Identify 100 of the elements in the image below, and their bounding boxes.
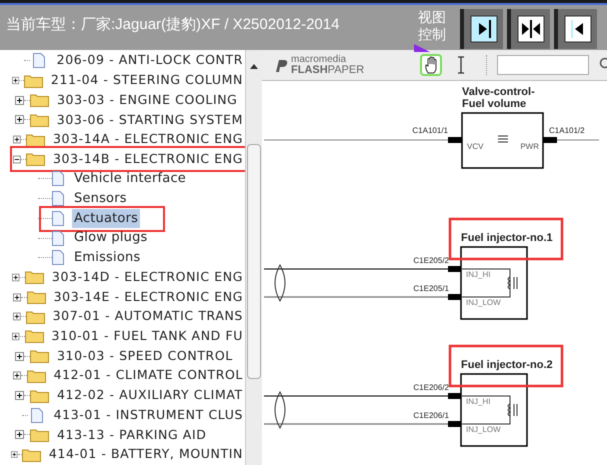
tree-item[interactable]: 307-01 - AUTOMATIC TRANS [50,307,245,326]
tree-item[interactable]: 310-03 - SPEED CONTROL [55,346,235,366]
pin-label: PWR [520,142,539,151]
expand-icon[interactable] [13,292,22,302]
logo-mark-icon [274,58,288,72]
logo-text: macromedia [291,55,348,65]
folder-icon [26,310,45,324]
tree-item[interactable]: 303-14A - ELECTRONIC ENG [50,130,245,149]
folder-icon [30,93,49,108]
pin-label: INJ_LOW [466,298,501,307]
tree-item[interactable]: 413-01 - INSTRUMENT CLUS [52,406,245,425]
expand-icon[interactable] [12,332,20,341]
folder-icon [24,270,44,284]
tree-subitem[interactable]: Vehicle interface [72,169,188,189]
pin-label: INJ_LOW [466,425,501,434]
tree-item[interactable]: 414-01 - BATTERY, MOUNTIN [46,445,245,464]
expand-icon[interactable] [12,272,20,282]
expand-icon[interactable] [15,96,24,105]
tree-item[interactable]: 413-13 - PARKING AID [55,426,208,444]
tree-item[interactable]: 412-02 - AUXILIARY CLIMAT [55,386,245,405]
twisted-pair-icon [274,264,286,302]
tree-item[interactable]: 211-04 - STEERING COLUMN [48,71,245,90]
tree-subitem[interactable]: Actuators [72,208,140,228]
page-icon [52,191,64,206]
connector-pin-icon [448,393,461,399]
connector-pin-icon [448,137,462,143]
coil-drawing [462,396,518,424]
folder-icon [30,112,49,127]
folder-icon [26,152,45,166]
tree-item[interactable]: 412-01 - CLIMATE CONTROL [52,366,245,386]
folder-icon [30,428,49,442]
component-title: Valve-control- [462,86,535,98]
tree-subitem[interactable]: Emissions [72,248,142,268]
tree-item[interactable]: 303-14B - ELECTRONIC ENG [50,150,245,169]
triangle-icon [414,44,430,52]
view-right-button[interactable] [460,9,503,49]
view-control-label: 视图控制 [418,9,447,43]
search-field[interactable] [497,55,590,75]
connector-label: C1E206/2 [413,383,449,392]
connector-pin-icon [448,294,461,300]
folder-icon [24,74,43,88]
pin-label: INJ_HI [466,270,490,279]
folder-icon [26,290,46,304]
expand-icon[interactable] [10,450,18,460]
connector-label: C1E205/2 [413,256,449,265]
expand-icon[interactable] [12,312,20,322]
scroll-thumb[interactable] [247,144,261,379]
pin-label: VCV [467,142,484,151]
connector-label: C1E206/1 [413,411,449,420]
tree-item[interactable]: 206-09 - ANTI-LOCK CONTR [54,51,245,70]
connector-label: C1A101/2 [549,126,585,135]
connector-pin-icon [543,137,557,143]
expand-icon[interactable] [15,430,24,440]
connector-pin-icon [448,421,461,427]
coil-drawing [462,268,518,298]
view-split-button[interactable] [507,9,550,49]
view-left-button[interactable] [554,9,597,49]
tree-item[interactable]: 303-14D - ELECTRONIC ENG [50,268,245,287]
expand-icon[interactable] [15,391,24,400]
expand-icon[interactable] [13,371,22,380]
arrow-right-icon [470,15,498,43]
folder-icon [30,388,49,403]
tree-item[interactable]: 303-14E - ELECTRONIC ENG [52,288,245,306]
component-title: Fuel injector-no.2 [461,359,553,371]
logo-text: FLASHPAPER [291,65,364,75]
folder-icon [30,349,49,364]
folder-icon [22,448,41,462]
expand-icon[interactable] [12,135,21,144]
folder-icon [26,132,45,147]
vehicle-title: 当前车型：厂家:Jaguar(捷豹)XF / X2502012-2014 [6,15,340,35]
collapse-icon[interactable] [12,154,21,164]
connector-pin-icon [448,266,461,272]
page-icon [52,230,64,246]
page-icon [33,53,46,68]
text-cursor-icon [457,56,466,74]
expand-icon[interactable] [12,76,20,86]
tree-item[interactable]: 303-03 - ENGINE COOLING [55,90,240,110]
scrollbar[interactable] [245,50,262,465]
expand-icon[interactable] [15,352,24,361]
page-icon [52,250,64,266]
connector-label: C1A101/1 [412,126,448,135]
scroll-up-icon [250,64,258,69]
expand-icon[interactable] [14,115,24,124]
valve-symbol-icon [498,136,508,142]
folder-icon [26,368,46,383]
page-icon [52,210,64,226]
component-title: Fuel injector-no.1 [461,232,553,244]
folder-icon [24,329,44,344]
pin-label: INJ_HI [466,397,490,406]
connector-label: C1E205/1 [413,284,449,293]
hand-tool-button[interactable] [420,54,442,76]
page-icon [52,171,64,186]
component-title: Fuel volume [462,98,526,110]
tree-item[interactable]: 310-01 - FUEL TANK AND FU [50,327,245,346]
tree-subitem[interactable]: Sensors [72,188,129,208]
tree-item[interactable]: 303-06 - STARTING SYSTEM [54,110,245,130]
twisted-pair-icon [274,392,286,428]
arrow-left-icon [564,15,592,43]
tree-subitem[interactable]: Glow plugs [72,228,150,248]
arrows-inward-icon [516,15,544,43]
